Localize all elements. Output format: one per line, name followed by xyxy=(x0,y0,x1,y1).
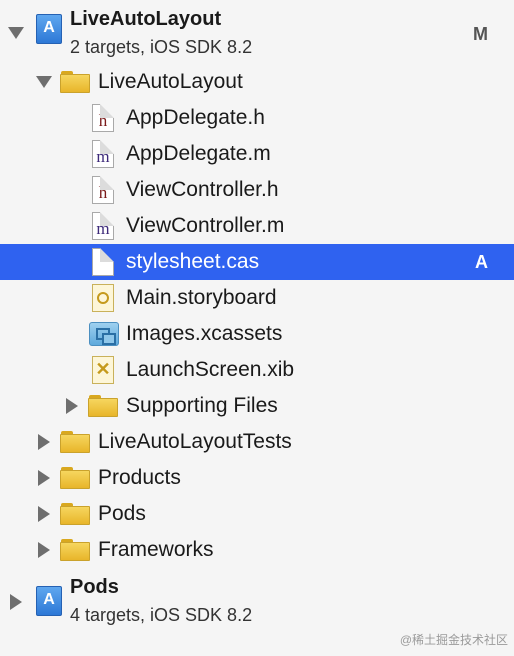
disclosure-collapsed-icon[interactable] xyxy=(38,470,50,486)
storyboard-file-icon xyxy=(92,284,114,312)
project-row-pods[interactable]: A Pods 4 targets, iOS SDK 8.2 xyxy=(0,572,514,634)
file-row-main-storyboard[interactable]: Main.storyboard xyxy=(0,280,514,316)
disclosure-collapsed-icon[interactable] xyxy=(38,434,50,450)
folder-icon xyxy=(60,71,90,93)
group-name: Frameworks xyxy=(98,538,214,561)
file-row-viewcontroller-m[interactable]: m ViewController.m xyxy=(0,208,514,244)
file-row-appdelegate-m[interactable]: m AppDelegate.m xyxy=(0,136,514,172)
xcodeproj-icon: A xyxy=(36,14,62,44)
plain-file-icon xyxy=(92,248,114,276)
group-row-supporting-files[interactable]: Supporting Files xyxy=(0,388,514,424)
status-badge: M xyxy=(473,24,488,44)
header-file-icon: h xyxy=(92,104,114,132)
group-row-liveautolayouttests[interactable]: LiveAutoLayoutTests xyxy=(0,424,514,460)
project-subtitle: 4 targets, iOS SDK 8.2 xyxy=(70,605,253,625)
project-name: LiveAutoLayout xyxy=(70,8,222,30)
group-row-frameworks[interactable]: Frameworks xyxy=(0,532,514,568)
disclosure-collapsed-icon[interactable] xyxy=(66,398,78,414)
file-row-launchscreen-xib[interactable]: ✕ LaunchScreen.xib xyxy=(0,352,514,388)
file-name: ViewController.m xyxy=(126,214,285,237)
group-row-liveautolayout[interactable]: LiveAutoLayout xyxy=(0,64,514,100)
folder-icon xyxy=(60,431,90,453)
file-row-images-xcassets[interactable]: Images.xcassets xyxy=(0,316,514,352)
watermark: @稀土掘金技术社区 xyxy=(399,633,508,647)
file-name: AppDelegate.m xyxy=(126,142,271,165)
group-name: LiveAutoLayoutTests xyxy=(98,430,292,453)
file-name: AppDelegate.h xyxy=(126,106,265,129)
folder-icon xyxy=(88,395,118,417)
group-row-products[interactable]: Products xyxy=(0,460,514,496)
group-row-pods[interactable]: Pods xyxy=(0,496,514,532)
xib-file-icon: ✕ xyxy=(92,356,114,384)
file-name: Images.xcassets xyxy=(126,322,283,345)
group-name: Products xyxy=(98,466,181,489)
disclosure-collapsed-icon[interactable] xyxy=(38,506,50,522)
group-name: Pods xyxy=(98,502,146,525)
disclosure-expanded-icon[interactable] xyxy=(8,27,24,39)
file-name: LaunchScreen.xib xyxy=(126,358,295,381)
group-name: LiveAutoLayout xyxy=(98,70,243,93)
project-row-liveautolayout[interactable]: A LiveAutoLayout 2 targets, iOS SDK 8.2 … xyxy=(0,0,514,62)
folder-icon xyxy=(60,539,90,561)
header-file-icon: h xyxy=(92,176,114,204)
xcodeproj-icon: A xyxy=(36,586,62,616)
folder-icon xyxy=(60,467,90,489)
file-row-viewcontroller-h[interactable]: h ViewController.h xyxy=(0,172,514,208)
group-name: Supporting Files xyxy=(126,394,278,417)
file-name: ViewController.h xyxy=(126,178,279,201)
file-row-stylesheet-cas[interactable]: stylesheet.cas A xyxy=(0,244,514,280)
folder-icon xyxy=(60,503,90,525)
project-subtitle: 2 targets, iOS SDK 8.2 xyxy=(70,37,253,57)
disclosure-expanded-icon[interactable] xyxy=(36,76,52,88)
asset-catalog-icon xyxy=(89,322,119,346)
file-name: stylesheet.cas xyxy=(126,250,260,273)
file-name: Main.storyboard xyxy=(126,286,277,309)
project-name: Pods xyxy=(70,576,119,598)
disclosure-collapsed-icon[interactable] xyxy=(10,594,22,610)
status-badge: A xyxy=(475,252,488,272)
implementation-file-icon: m xyxy=(92,140,114,168)
disclosure-collapsed-icon[interactable] xyxy=(38,542,50,558)
file-row-appdelegate-h[interactable]: h AppDelegate.h xyxy=(0,100,514,136)
implementation-file-icon: m xyxy=(92,212,114,240)
